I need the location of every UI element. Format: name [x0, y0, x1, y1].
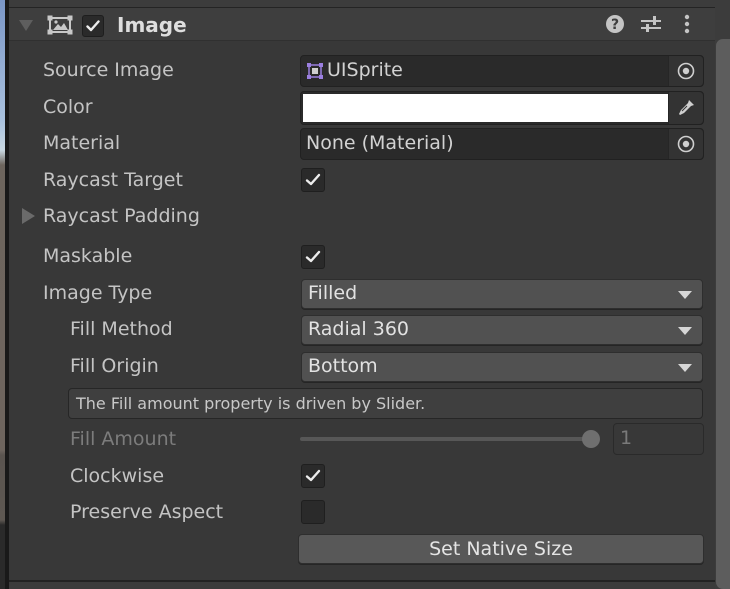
fill-amount-label: Fill Amount — [70, 428, 177, 450]
chevron-down-icon — [678, 291, 692, 299]
raycast-padding-foldout-icon[interactable] — [22, 208, 35, 224]
svg-text:?: ? — [611, 17, 619, 33]
eyedropper-button[interactable] — [668, 92, 703, 124]
material-label: Material — [43, 132, 121, 154]
color-field[interactable] — [300, 91, 704, 125]
component-header[interactable]: Image ? — [9, 8, 715, 41]
image-component-icon — [47, 15, 73, 35]
source-image-picker-button[interactable] — [668, 56, 703, 86]
fill-amount-slider-track[interactable] — [300, 437, 596, 441]
set-native-size-label: Set Native Size — [429, 538, 573, 560]
fill-origin-label: Fill Origin — [70, 355, 159, 377]
component-title: Image — [117, 13, 187, 37]
checkmark-icon — [305, 250, 321, 263]
kebab-menu-icon[interactable] — [683, 14, 691, 34]
material-value: None (Material) — [306, 132, 454, 154]
next-component-edge — [9, 582, 715, 589]
help-message: The Fill amount property is driven by Sl… — [76, 394, 426, 413]
object-picker-icon — [677, 62, 695, 80]
fill-amount-value: 1 — [620, 427, 633, 449]
scrollbar-thumb[interactable] — [716, 39, 730, 589]
preserve-aspect-label: Preserve Aspect — [70, 501, 224, 523]
help-box: The Fill amount property is driven by Sl… — [68, 388, 703, 419]
fill-method-dropdown[interactable]: Radial 360 — [301, 315, 703, 345]
chevron-down-icon — [678, 327, 692, 335]
raycast-target-label: Raycast Target — [43, 169, 183, 191]
color-swatch[interactable] — [303, 94, 670, 122]
material-field[interactable]: None (Material) — [300, 128, 704, 160]
presets-icon[interactable] — [640, 14, 662, 34]
fill-method-value: Radial 360 — [308, 318, 409, 340]
chevron-down-icon — [678, 364, 692, 372]
checkmark-icon — [305, 173, 321, 186]
source-image-label: Source Image — [43, 59, 174, 81]
checkmark-icon — [86, 20, 100, 32]
preserve-aspect-checkbox[interactable] — [301, 500, 325, 524]
fill-origin-value: Bottom — [308, 355, 378, 377]
fill-amount-slider-thumb[interactable] — [582, 430, 600, 448]
eyedropper-icon — [679, 100, 694, 115]
image-type-label: Image Type — [43, 282, 153, 304]
fill-method-label: Fill Method — [70, 318, 173, 340]
source-image-value: UISprite — [327, 59, 403, 81]
maskable-label: Maskable — [43, 245, 133, 267]
foldout-expanded-icon[interactable] — [19, 20, 33, 31]
material-picker-button[interactable] — [668, 129, 703, 159]
image-type-dropdown[interactable]: Filled — [301, 279, 703, 309]
maskable-checkbox[interactable] — [301, 245, 325, 269]
raycast-padding-label[interactable]: Raycast Padding — [43, 205, 200, 227]
fill-amount-input[interactable]: 1 — [613, 423, 704, 455]
clockwise-checkbox[interactable] — [301, 464, 325, 488]
fill-origin-dropdown[interactable]: Bottom — [301, 352, 703, 382]
clockwise-label: Clockwise — [70, 465, 165, 487]
sprite-icon — [307, 63, 323, 79]
previous-component-edge — [9, 0, 730, 8]
set-native-size-button[interactable]: Set Native Size — [298, 534, 704, 564]
source-image-field[interactable]: UISprite — [300, 55, 704, 87]
color-label: Color — [43, 96, 93, 118]
object-picker-icon — [677, 135, 695, 153]
help-icon[interactable]: ? — [605, 14, 625, 34]
checkmark-icon — [305, 469, 321, 482]
image-type-value: Filled — [308, 282, 358, 304]
raycast-target-checkbox[interactable] — [301, 168, 325, 192]
component-enabled-checkbox[interactable] — [82, 15, 104, 37]
